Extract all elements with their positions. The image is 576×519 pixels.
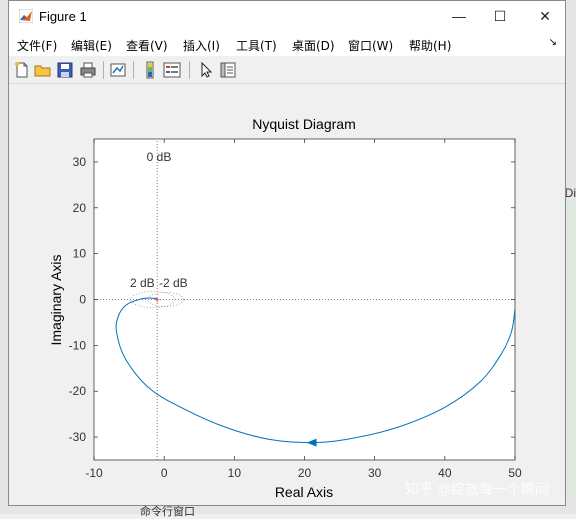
minus-two-db-label: -2 dB: [159, 276, 188, 290]
x-tick-label: 30: [368, 466, 382, 480]
menu-insert[interactable]: 插入(I): [183, 37, 220, 54]
zero-db-label: 0 dB: [147, 150, 172, 164]
menu-desktop[interactable]: 桌面(D): [292, 37, 335, 54]
minimize-button[interactable]: —: [444, 5, 474, 27]
toolbar-separator: [133, 61, 134, 79]
title-bar[interactable]: Figure 1 — ☐ ✕: [9, 1, 565, 32]
property-editor-icon[interactable]: [219, 61, 237, 79]
link-plot-icon[interactable]: [109, 61, 127, 79]
colorbar-icon[interactable]: [141, 61, 159, 79]
print-icon[interactable]: [79, 61, 97, 79]
figure-canvas: + -10 0 10 20 30 40 50 30 20 10 0 -10 -20 -30 Nyquist…: [9, 85, 565, 505]
toolbar-separator: [189, 61, 190, 79]
open-folder-icon[interactable]: [34, 61, 52, 79]
x-tick-label: 40: [438, 466, 452, 480]
watermark: 知乎 @绽放每一个瞬间: [405, 481, 549, 497]
pointer-icon[interactable]: [197, 61, 215, 79]
y-tick-label: -10: [69, 338, 87, 352]
legend-icon[interactable]: [163, 61, 181, 79]
y-axis-label: Imaginary Axis: [48, 254, 64, 345]
menu-help[interactable]: 帮助(H): [409, 37, 451, 54]
y-tick-label: 30: [73, 155, 87, 169]
x-tick-label: 50: [508, 466, 522, 480]
menu-bar: 文件(F) 编辑(E) 查看(V) 插入(I) 工具(T) 桌面(D) 窗口(W…: [9, 32, 565, 56]
background-panel: [566, 200, 576, 500]
menu-file[interactable]: 文件(F): [17, 37, 57, 54]
figure-window: Figure 1 — ☐ ✕ 文件(F) 编辑(E) 查看(V) 插入(I) 工…: [8, 0, 566, 506]
x-tick-label: 0: [161, 466, 168, 480]
matlab-logo-icon: [19, 9, 33, 23]
toolbar-separator: [103, 61, 104, 79]
y-tick-label: -30: [69, 430, 87, 444]
menu-view[interactable]: 查看(V): [126, 37, 168, 54]
toolbar: [9, 56, 565, 84]
menu-overflow-icon[interactable]: ↘: [549, 37, 557, 48]
x-axis-label: Real Axis: [275, 484, 333, 500]
x-tick-label: 20: [298, 466, 312, 480]
x-tick-label: 10: [228, 466, 242, 480]
background-tag: Di: [564, 186, 576, 200]
window-title: Figure 1: [39, 9, 87, 24]
save-icon[interactable]: [56, 61, 74, 79]
y-tick-label: 20: [73, 201, 87, 215]
close-button[interactable]: ✕: [530, 5, 560, 27]
y-tick-label: 10: [73, 247, 87, 261]
menu-window[interactable]: 窗口(W): [348, 37, 393, 54]
y-tick-label: -20: [69, 384, 87, 398]
chart-title: Nyquist Diagram: [252, 116, 355, 132]
critical-point-marker: +: [154, 296, 160, 307]
maximize-button[interactable]: ☐: [485, 5, 515, 27]
y-tick-label: 0: [79, 293, 86, 307]
nyquist-plot[interactable]: + -10 0 10 20 30 40 50 30 20 10 0 -10 -20 -30 Nyquist…: [9, 85, 565, 505]
menu-edit[interactable]: 编辑(E): [71, 37, 112, 54]
new-figure-icon[interactable]: [13, 61, 31, 79]
menu-tools[interactable]: 工具(T): [236, 37, 277, 54]
two-db-label: 2 dB: [130, 276, 155, 290]
x-tick-label: -10: [85, 466, 103, 480]
